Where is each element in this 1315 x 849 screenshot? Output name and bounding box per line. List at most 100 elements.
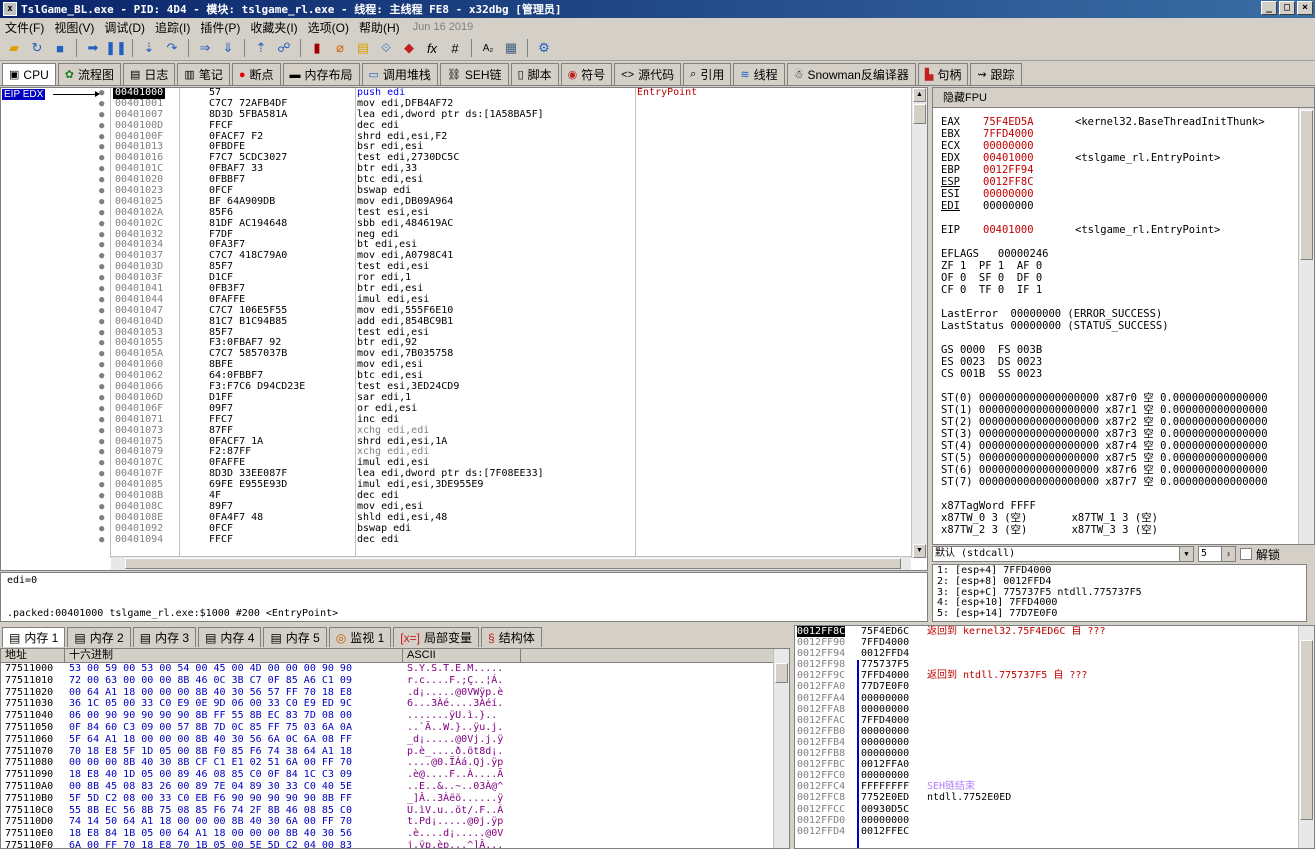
dump-hex[interactable]: 36 1C 05 00 33 C0 E9 0E 9D 06 00 33 C0 E… [69, 698, 352, 710]
dump-row[interactable]: 77511040 06 00 90 90 90 90 90 8B FF 55 8B… [1, 710, 789, 722]
stack-row[interactable]: 0012FFB0 00000000 [795, 726, 1314, 737]
disassembly-view[interactable]: EIP EDX ● 00401000 57 push edi EntryPoint ● 00… [0, 87, 928, 571]
disasm-row[interactable]: ● 0040102C 81DF AC194648 sbb edi,484619AC [99, 218, 911, 230]
dump-row[interactable]: 77511000 53 00 59 00 53 00 54 00 45 00 4D… [1, 663, 789, 675]
tab-call-stack[interactable]: ▭ 调用堆栈 [361, 63, 438, 85]
trace-into-icon[interactable]: ⇒ [195, 38, 215, 58]
breakpoint-dot[interactable]: ● [99, 142, 104, 153]
tab-symbols[interactable]: ◉ 符号 [560, 63, 613, 85]
regs-vscroll[interactable] [1298, 108, 1314, 544]
stack-row[interactable]: 0012FFA0 77D7E0F0 [795, 681, 1314, 692]
stack-row[interactable]: 0012FF8C 75F4ED6C 返回到 kernel32.75F4ED6C 自 … [795, 626, 1314, 638]
breakpoint-dot[interactable]: ● [99, 230, 104, 241]
stack-row[interactable]: 0012FFBC 0012FFA0 [795, 759, 1314, 770]
dump-row[interactable]: 77511050 0F 84 60 C3 09 00 57 8B 7D 0C 85… [1, 722, 789, 734]
dump-hex[interactable]: 00 8B 45 08 83 26 00 89 7E 04 89 30 33 C… [69, 781, 352, 793]
disasm-row[interactable]: ● 00401071 FFC7 inc edi [99, 414, 911, 426]
breakpoint-dot[interactable]: ● [99, 491, 104, 502]
dump-row[interactable]: 775110D0 74 14 50 64 A1 18 00 00 00 8B 40… [1, 816, 789, 828]
dump-row[interactable]: 775110B0 5F 5D C2 08 00 33 C0 EB F6 90 90… [1, 793, 789, 805]
menu-options[interactable]: 选项(O) [303, 19, 354, 36]
dump-row[interactable]: 775110C0 55 8B EC 56 8B 75 08 85 F6 74 2F… [1, 805, 789, 817]
breakpoint-dot[interactable]: ● [99, 338, 104, 349]
tab-script[interactable]: ▯ 脚本 [510, 63, 559, 85]
step-over-icon[interactable]: ↷ [162, 38, 182, 58]
menu-view[interactable]: 视图(V) [49, 19, 99, 36]
dump-ascii[interactable]: _d¡.....@0Vj.j.ÿ [407, 734, 503, 746]
breakpoint-dot[interactable]: ● [99, 535, 104, 546]
dump-ascii[interactable]: _]Â..3Àëö......ÿ [407, 793, 503, 805]
tab-handles[interactable]: ▙ 句柄 [917, 63, 969, 85]
breakpoint-dot[interactable]: ● [99, 393, 104, 404]
register-value[interactable]: 75F4ED5A [983, 116, 1075, 128]
stack-row[interactable]: 0012FFB8 00000000 [795, 748, 1314, 759]
breakpoint-dot[interactable]: ● [99, 306, 104, 317]
dump-hex[interactable]: 06 00 90 90 90 90 90 8B FF 55 8B EC 83 7… [69, 710, 352, 722]
stack-vscroll[interactable] [1298, 626, 1314, 848]
register-row[interactable]: EIP 00401000 <tslgame_rl.EntryPoint> [941, 224, 1268, 236]
dump-ascii[interactable]: S.Y.S.T.E.M..... [407, 663, 503, 675]
disasm-row[interactable]: ● 0040104D 81C7 B1C94B85 add edi,854BC9B1 [99, 316, 911, 328]
register-row[interactable]: ESI 00000000 [941, 188, 1268, 200]
bookmarks-icon[interactable]: ◆ [399, 38, 419, 58]
menu-debug[interactable]: 调试(D) [99, 19, 150, 36]
register-value[interactable]: 00401000 [983, 224, 1075, 236]
register-value[interactable]: 0012FF8C [983, 176, 1075, 188]
arg-count-spinner[interactable]: 5 ⇕ [1198, 546, 1236, 562]
unlock-checkbox[interactable] [1240, 548, 1252, 560]
settings-icon[interactable]: ⚙ [534, 38, 554, 58]
breakpoint-dot[interactable]: ● [99, 524, 104, 535]
open-icon[interactable]: ▰ [4, 38, 24, 58]
disasm-row[interactable]: ● 00401085 69FE E955E93D imul edi,esi,3DE95… [99, 479, 911, 491]
stack-row[interactable]: 0012FF94 0012FFD4 [795, 648, 1314, 659]
dump-hex[interactable]: 0F 84 60 C3 09 00 57 8B 7D 0C 85 FF 75 0… [69, 722, 352, 734]
tab-trace[interactable]: ⇝ 跟踪 [970, 63, 1022, 85]
tab-references[interactable]: ⌕ 引用 [683, 63, 732, 85]
register-row[interactable]: ECX 00000000 [941, 140, 1268, 152]
breakpoint-dot[interactable]: ● [99, 437, 104, 448]
dump-hex[interactable]: 00 64 A1 18 00 00 00 8B 40 30 56 57 FF 7… [69, 687, 352, 699]
breakpoint-dot[interactable]: ● [99, 317, 104, 328]
dump-ascii[interactable]: t.Pd¡.....@0j.ÿp [407, 816, 503, 828]
breakpoint-dot[interactable]: ● [99, 447, 104, 458]
stack-row[interactable]: 0012FFB4 00000000 [795, 737, 1314, 748]
breakpoint-dot[interactable]: ● [99, 328, 104, 339]
breakpoint-dot[interactable]: ● [99, 426, 104, 437]
breakpoint-dot[interactable]: ● [99, 197, 104, 208]
breakpoint-dot[interactable]: ● [99, 110, 104, 121]
stack-row[interactable]: 0012FFA4 00000000 [795, 693, 1314, 704]
dump-hex[interactable]: 5F 5D C2 08 00 33 C0 EB F6 90 90 90 90 9… [69, 793, 352, 805]
stack-view[interactable]: 0012FF8C 75F4ED6C 返回到 kernel32.75F4ED6C 自 … [794, 625, 1315, 849]
register-value[interactable]: 7FFD4000 [983, 128, 1075, 140]
stack-row[interactable]: 0012FFC4 FFFFFFFF SEH链结束 [795, 781, 1314, 792]
breakpoint-dot[interactable]: ● [99, 404, 104, 415]
menu-favourites[interactable]: 收藏夹(I) [245, 19, 302, 36]
close-debuggee-icon[interactable]: ■ [50, 38, 70, 58]
dump-hex[interactable]: 6A 00 FF 70 18 E8 70 1B 05 00 5E 5D C2 0… [69, 840, 352, 848]
tab-watch-1[interactable]: ◎ 监视 1 [328, 627, 392, 647]
register-value[interactable]: 00000000 [983, 200, 1075, 212]
run-icon[interactable]: ➡ [83, 38, 103, 58]
register-value[interactable]: 00000000 [983, 188, 1075, 200]
disasm-row[interactable]: ● 0040108E 0FA4F7 48 shld edi,esi,48 [99, 512, 911, 524]
register-row[interactable]: EBP 0012FF94 [941, 164, 1268, 176]
register-row[interactable]: EAX 75F4ED5A <kernel32.BaseThreadInitThunk… [941, 116, 1268, 128]
dump-ascii[interactable]: ....@0.ÏÁá.Qj.ÿp [407, 757, 503, 769]
dump-ascii[interactable]: p.è_....ð.öt8d¡. [407, 746, 503, 758]
dump-row[interactable]: 77511010 72 00 63 00 00 00 8B 46 0C 3B C7… [1, 675, 789, 687]
stack-row[interactable]: 0012FFD0 00000000 [795, 815, 1314, 826]
breakpoint-dot[interactable]: ● [99, 175, 104, 186]
disasm-hscroll[interactable] [111, 556, 911, 570]
dump-ascii[interactable]: ..E..&..~..03À@^ [407, 781, 503, 793]
dump-row[interactable]: 77511070 70 18 E8 5F 1D 05 00 8B F0 85 F6… [1, 746, 789, 758]
dump-ascii[interactable]: ..`Ã..W.}..ÿu.j. [407, 722, 503, 734]
menu-help[interactable]: 帮助(H) [354, 19, 405, 36]
breakpoint-dot[interactable]: ● [99, 121, 104, 132]
breakpoint-dot[interactable]: ● [99, 295, 104, 306]
breakpoint-dot[interactable]: ● [99, 186, 104, 197]
breakpoint-dot[interactable]: ● [99, 458, 104, 469]
tab-threads[interactable]: ≋ 线程 [733, 63, 785, 85]
breakpoint-dot[interactable]: ● [99, 360, 104, 371]
dump-row[interactable]: 775110A0 00 8B 45 08 83 26 00 89 7E 04 89… [1, 781, 789, 793]
tab-log[interactable]: ▤ 日志 [122, 63, 176, 85]
